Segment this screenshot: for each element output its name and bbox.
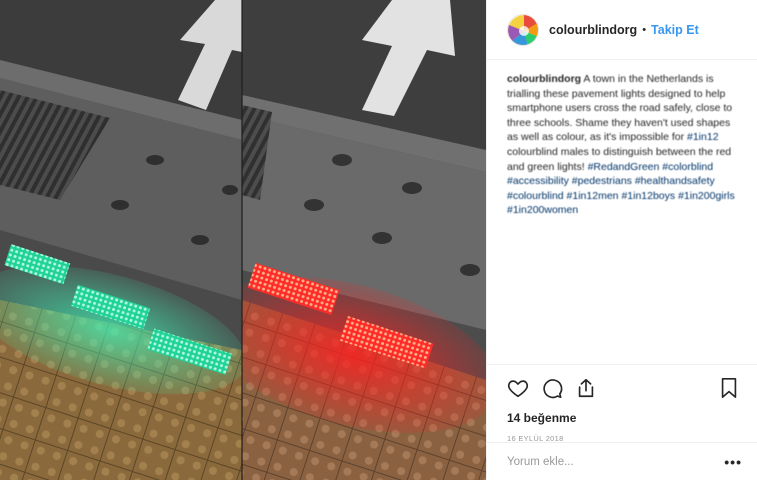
comment-box: ••• xyxy=(487,442,757,480)
photo-divider xyxy=(241,0,243,480)
caption-hashtag[interactable]: #1in12 xyxy=(687,131,719,143)
post-actions: 14 beğenme 16 EYLÜL 2018 xyxy=(487,364,757,443)
share-icon[interactable] xyxy=(573,375,599,401)
hashtag-link[interactable]: #RedandGreen xyxy=(588,161,660,173)
post-caption: colourblindorg A town in the Netherlands… xyxy=(487,60,757,366)
hashtag-link[interactable]: #healthandsafety xyxy=(635,175,715,187)
photo-red-lights xyxy=(242,0,486,480)
caption-username[interactable]: colourblindorg xyxy=(507,73,581,85)
hashtag-link[interactable]: #1in12men xyxy=(567,190,619,202)
comment-input[interactable] xyxy=(507,455,725,468)
heart-icon[interactable] xyxy=(505,375,531,401)
hashtag-link[interactable]: #accessibility xyxy=(507,175,569,187)
hashtag-link[interactable]: #1in12boys xyxy=(621,190,675,202)
more-options-icon[interactable]: ••• xyxy=(724,454,742,470)
hashtag-link[interactable]: #1in200women xyxy=(507,204,578,216)
comment-icon[interactable] xyxy=(539,375,565,401)
like-count[interactable]: 14 beğenme xyxy=(507,411,742,425)
post-sidebar: colourblindorg • Takip Et colourblindorg… xyxy=(486,0,757,480)
hashtag-link[interactable]: #1in200girls xyxy=(678,190,735,202)
header-username[interactable]: colourblindorg xyxy=(549,23,637,37)
bookmark-icon[interactable] xyxy=(716,375,742,401)
avatar[interactable] xyxy=(507,13,539,46)
post-photo[interactable] xyxy=(0,0,486,480)
hashtag-link[interactable]: #colourblind xyxy=(507,190,564,202)
hashtag-link[interactable]: #pedestrians xyxy=(572,175,632,187)
header-separator: • xyxy=(642,23,647,36)
follow-button[interactable]: Takip Et xyxy=(651,23,699,37)
action-icons xyxy=(505,375,742,401)
post-header: colourblindorg • Takip Et xyxy=(487,0,757,60)
photo-green-lights xyxy=(0,0,242,480)
hashtag-link[interactable]: #colorblind xyxy=(662,161,713,173)
